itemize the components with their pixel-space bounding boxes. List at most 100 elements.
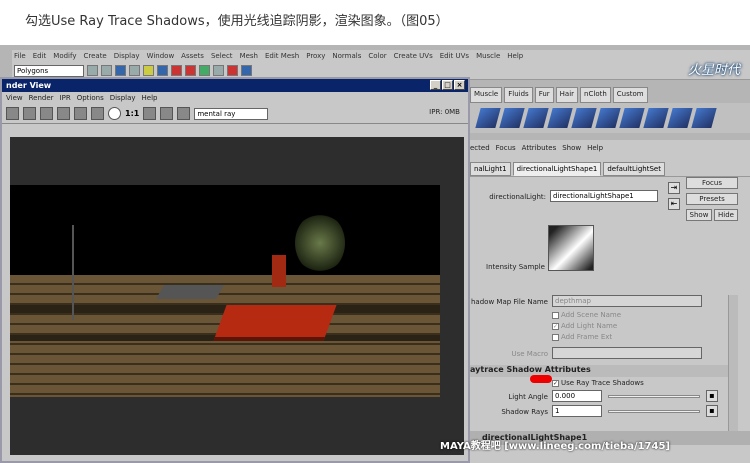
shelf-tool-icon[interactable] [475,108,501,128]
shelf-tool-icon[interactable] [499,108,525,128]
render-view-titlebar[interactable]: nder View _ □ × [2,79,468,92]
renderer-select[interactable]: mental ray [194,107,269,120]
shelf-tool-icon[interactable] [691,108,717,128]
menu-edit[interactable]: Edit [33,52,47,60]
render-viewport[interactable] [10,137,464,455]
tab-directional-light[interactable]: nalLight1 [470,162,511,176]
menu-window[interactable]: Window [147,52,175,60]
maximize-icon[interactable]: □ [442,80,453,90]
rv-menu-options[interactable]: Options [77,94,104,102]
shelf-tab-muscle[interactable]: Muscle [470,87,503,103]
focus-button[interactable]: Focus [686,177,738,189]
snap-icon[interactable] [143,65,154,76]
node-name-field[interactable]: directionalLightShape1 [550,190,658,202]
raytrace-section-header[interactable]: aytrace Shadow Attributes [470,365,738,377]
add-frame-ext-label: Add Frame Ext [561,333,613,341]
menu-proxy[interactable]: Proxy [306,52,325,60]
shadow-rays-slider[interactable] [608,410,700,413]
shelf-tool-icon[interactable] [571,108,597,128]
menu-create-uvs[interactable]: Create UVs [394,52,433,60]
render-globals-icon[interactable] [177,107,191,120]
menu-color[interactable]: Color [368,52,386,60]
shadow-map-field[interactable]: depthmap [552,295,702,307]
menu-file[interactable]: File [14,52,26,60]
shelf-tab-ncloth[interactable]: nCloth [580,87,611,103]
shelf-tool-icon[interactable] [667,108,693,128]
new-scene-icon[interactable] [87,65,98,76]
rv-menu-help[interactable]: Help [142,94,158,102]
attr-menu-help[interactable]: Help [587,144,603,152]
use-raytrace-shadows-checkbox[interactable]: ✓ Use Ray Trace Shadows [552,379,644,387]
select-node-icon[interactable]: ⇥ [668,182,680,194]
tab-default-light-set[interactable]: defaultLightSet [603,162,665,176]
intensity-sample-label: Intensity Sample [486,263,545,271]
render-settings-icon[interactable] [241,65,252,76]
redo-render-icon[interactable] [6,107,19,120]
ipr-render-icon[interactable] [40,107,53,120]
rv-menu-render[interactable]: Render [29,94,54,102]
light-angle-field[interactable]: 0.000 [552,390,602,402]
rv-menu-display[interactable]: Display [110,94,136,102]
render-region-icon[interactable] [74,107,87,120]
shelf-tool-icon[interactable] [643,108,669,128]
map-button-icon[interactable]: ▪ [706,390,718,402]
attr-scrollbar[interactable] [728,295,738,435]
hide-button[interactable]: Hide [714,209,738,221]
output-node-icon[interactable]: ⇤ [668,198,680,210]
shelf-tool-icon[interactable] [619,108,645,128]
attr-menu-attributes[interactable]: Attributes [522,144,557,152]
shelf-tab-hair[interactable]: Hair [555,87,579,103]
remove-image-icon[interactable] [160,107,174,120]
alpha-channel-icon[interactable] [108,107,121,120]
select-mode-icon[interactable] [129,65,140,76]
menu-create[interactable]: Create [83,52,106,60]
mode-select[interactable]: Polygons [14,64,84,77]
save-scene-icon[interactable] [115,65,126,76]
menu-assets[interactable]: Assets [181,52,204,60]
rv-menu-ipr[interactable]: IPR [60,94,71,102]
open-scene-icon[interactable] [101,65,112,76]
refresh-icon[interactable] [57,107,70,120]
tab-directional-light-shape[interactable]: directionalLightShape1 [512,162,602,176]
shelf-tab-fluids[interactable]: Fluids [504,87,533,103]
rv-menu-view[interactable]: View [6,94,23,102]
keep-image-icon[interactable] [143,107,157,120]
shelf-tab-custom[interactable]: Custom [612,87,648,103]
menu-edit-uvs[interactable]: Edit UVs [440,52,469,60]
show-button[interactable]: Show [686,209,712,221]
ipr-icon[interactable] [227,65,238,76]
attr-menu-show[interactable]: Show [562,144,581,152]
menu-muscle[interactable]: Muscle [476,52,500,60]
magnet-icon[interactable] [171,65,182,76]
history-icon[interactable] [199,65,210,76]
menu-select[interactable]: Select [211,52,233,60]
attr-menu-selected[interactable]: ected [470,144,490,152]
shelf-tool-icon[interactable] [523,108,549,128]
minimize-icon[interactable]: _ [430,80,441,90]
menu-display[interactable]: Display [114,52,140,60]
add-frame-ext-checkbox[interactable]: Add Frame Ext [552,333,612,341]
color-channels-icon[interactable] [91,107,104,120]
light-angle-slider[interactable] [608,395,700,398]
shadow-rays-field[interactable]: 1 [552,405,602,417]
shelf-tool-icon[interactable] [595,108,621,128]
presets-button[interactable]: Presets [686,193,738,205]
add-light-name-checkbox[interactable]: ✓ Add Light Name [552,322,617,330]
menu-mesh[interactable]: Mesh [240,52,258,60]
menu-edit-mesh[interactable]: Edit Mesh [265,52,299,60]
map-button-icon[interactable]: ▪ [706,405,718,417]
magnet-icon[interactable] [185,65,196,76]
close-icon[interactable]: × [454,80,465,90]
shelf-tab-fur[interactable]: Fur [534,87,554,103]
real-size-button[interactable]: 1:1 [125,109,139,118]
use-macro-field[interactable] [552,347,702,359]
move-icon[interactable] [157,65,168,76]
menu-modify[interactable]: Modify [53,52,76,60]
render-icon[interactable] [213,65,224,76]
add-scene-name-checkbox[interactable]: Add Scene Name [552,311,621,319]
menu-normals[interactable]: Normals [332,52,361,60]
attr-menu-focus[interactable]: Focus [496,144,516,152]
menu-help[interactable]: Help [507,52,523,60]
shelf-tool-icon[interactable] [547,108,573,128]
snapshot-icon[interactable] [23,107,36,120]
